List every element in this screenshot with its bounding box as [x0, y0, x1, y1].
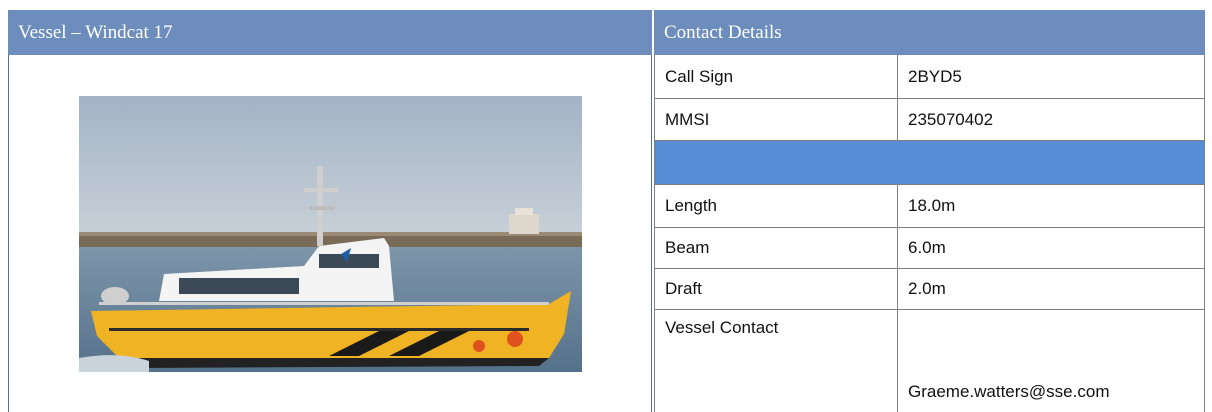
- row-label: Length: [654, 185, 898, 228]
- contact-row-call-sign: Call Sign 2BYD5: [654, 55, 1205, 99]
- vessel-info-table: Vessel – Windcat 17 Contact Details Call…: [8, 10, 1205, 412]
- section-divider-band: [654, 141, 1205, 185]
- row-label: Vessel Contact: [654, 310, 898, 412]
- contact-row-length: Length 18.0m: [654, 185, 1205, 228]
- row-label: Beam: [654, 228, 898, 269]
- contact-row-mmsi: MMSI 235070402: [654, 99, 1205, 141]
- row-label: Call Sign: [654, 55, 898, 99]
- row-value: 18.0m: [898, 185, 1205, 228]
- row-value: 2BYD5: [898, 55, 1205, 99]
- contact-details-header: Contact Details: [654, 10, 1205, 55]
- vessel-contact-email[interactable]: Graeme.watters@sse.com: [898, 310, 1205, 412]
- contact-row-vessel-contact: Vessel Contact Graeme.watters@sse.com: [654, 310, 1205, 412]
- vessel-photo: [79, 96, 582, 372]
- row-value: 235070402: [898, 99, 1205, 141]
- row-label: Draft: [654, 269, 898, 310]
- vessel-photo-cell: [8, 55, 652, 412]
- contact-row-draft: Draft 2.0m: [654, 269, 1205, 310]
- contact-row-beam: Beam 6.0m: [654, 228, 1205, 269]
- vessel-header: Vessel – Windcat 17: [8, 10, 652, 55]
- row-value: 2.0m: [898, 269, 1205, 310]
- row-label: MMSI: [654, 99, 898, 141]
- row-value: 6.0m: [898, 228, 1205, 269]
